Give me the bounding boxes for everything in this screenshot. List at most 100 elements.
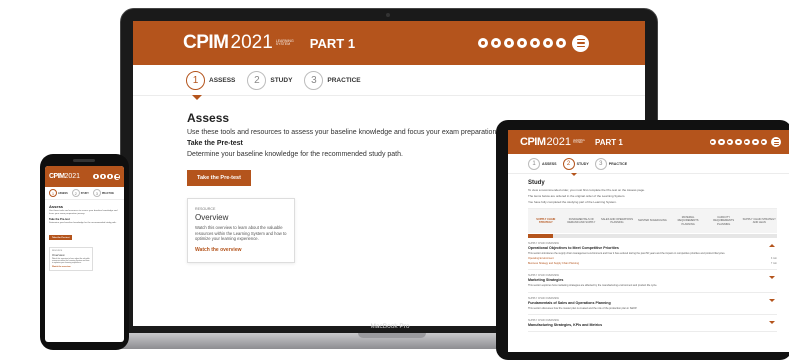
card-description: Watch this overview to learn about the v… xyxy=(52,257,90,265)
watch-overview-link[interactable]: Watch the overview xyxy=(52,266,90,268)
step-label: STUDY xyxy=(270,76,293,84)
calendar-icon[interactable] xyxy=(726,138,733,146)
section-kicker: SUPPLY CHAIN OVERVIEW xyxy=(528,274,559,278)
logo-year: 2021 xyxy=(230,32,273,53)
section-kicker: SUPPLY CHAIN OVERVIEW xyxy=(528,296,559,300)
step-nav: 1 ASSESS 2 STUDY 3 PRACTICE xyxy=(508,154,789,176)
step-study[interactable]: 2 STUDY xyxy=(71,189,89,197)
study-note: You have fully completed the studying pa… xyxy=(528,200,617,204)
section-title: Manufacturing Strategies, KPIs and Metri… xyxy=(528,322,603,327)
resource-card: RESOURCE Overview Watch this overview to… xyxy=(187,198,295,264)
glossary-icon[interactable] xyxy=(543,38,553,48)
glossary-icon[interactable] xyxy=(752,138,759,146)
study-note: The items below are ordered in the origi… xyxy=(528,194,626,198)
study-section[interactable]: SUPPLY CHAIN OVERVIEW Manufacturing Stra… xyxy=(528,315,777,332)
step-number: 3 xyxy=(304,70,324,90)
study-section[interactable]: SUPPLY CHAIN OVERVIEW Fundamentals of Sa… xyxy=(528,293,777,315)
module-table: SUPPLY CHAIN STRATEGY FUNDAMENTALS OF DE… xyxy=(528,208,777,332)
site-header: CPIM 2021 xyxy=(45,166,124,187)
chevron-up-icon[interactable] xyxy=(769,244,775,247)
menu-icon[interactable] xyxy=(114,173,120,180)
logo-cpim[interactable]: CPIM xyxy=(183,32,229,54)
book-icon[interactable] xyxy=(100,173,106,180)
logo-cpim[interactable]: CPIM xyxy=(49,173,65,180)
laptop-notch xyxy=(358,333,426,338)
main-content: Study To view a recommended order, you m… xyxy=(508,174,789,332)
part-label: PART 1 xyxy=(594,137,623,147)
study-section[interactable]: SUPPLY CHAIN OVERVIEW Marketing Strategi… xyxy=(528,270,777,293)
site-header: CPIM 2021 LEARNING SYSTEM PART 1 xyxy=(508,130,789,154)
watch-overview-link[interactable]: Watch the overview xyxy=(195,247,287,253)
step-assess[interactable]: 1 ASSESS xyxy=(528,157,557,170)
calendar-icon[interactable] xyxy=(107,173,113,180)
step-number: 1 xyxy=(528,157,540,170)
book-icon[interactable] xyxy=(718,138,725,146)
menu-icon[interactable] xyxy=(771,137,781,147)
resource-card: RESOURCE Overview Watch this overview to… xyxy=(49,246,93,271)
module-tab[interactable]: SALES AND OPERATIONS PLANNING xyxy=(599,218,635,224)
tablet-screen: CPIM 2021 LEARNING SYSTEM PART 1 1 ASSES… xyxy=(508,130,789,352)
dashboard-icon[interactable] xyxy=(709,138,716,146)
module-tab[interactable]: SUPPLY CHAIN STRATEGY AND LEAN xyxy=(741,218,777,224)
chart-icon[interactable] xyxy=(517,38,527,48)
step-label: PRACTICE xyxy=(327,76,361,84)
resources-icon[interactable] xyxy=(760,138,767,146)
take-pretest-button[interactable]: Take the Pre-test xyxy=(187,170,251,186)
resources-icon[interactable] xyxy=(556,38,566,48)
chevron-down-icon[interactable] xyxy=(769,276,775,280)
step-number: 3 xyxy=(594,157,607,170)
active-step-caret xyxy=(192,95,202,100)
step-number: 2 xyxy=(71,189,80,197)
module-tab[interactable]: MASTER SCHEDULING xyxy=(635,219,671,222)
step-number: 2 xyxy=(247,70,267,90)
laptop-model-label: MacBook Pro xyxy=(370,323,410,330)
dashboard-icon[interactable] xyxy=(93,173,99,180)
step-practice[interactable]: 3 PRACTICE xyxy=(594,157,627,170)
step-label: STUDY xyxy=(576,161,589,166)
study-note: To view a recommended order, you must fi… xyxy=(528,188,645,192)
step-assess[interactable]: 1 ASSESS xyxy=(49,189,68,197)
header-icon-bar xyxy=(709,137,781,147)
menu-icon[interactable] xyxy=(572,34,589,52)
step-number: 1 xyxy=(186,70,205,90)
page-title: Study xyxy=(528,180,545,186)
flashcard-icon[interactable] xyxy=(530,38,540,48)
step-study[interactable]: 2 STUDY xyxy=(562,157,589,170)
module-tabs: SUPPLY CHAIN STRATEGY FUNDAMENTALS OF DE… xyxy=(528,209,777,233)
site-header: CPIM 2021 LEARNING SYSTEM PART 1 xyxy=(133,21,645,65)
phone-speaker xyxy=(73,159,95,162)
laptop-camera xyxy=(386,13,390,17)
module-tab[interactable]: MATERIAL REQUIREMENTS PLANNING xyxy=(670,216,706,225)
card-title: Overview xyxy=(52,252,65,257)
flashcard-icon[interactable] xyxy=(743,138,750,146)
chevron-down-icon[interactable] xyxy=(769,320,775,324)
chevron-down-icon[interactable] xyxy=(769,298,775,302)
main-content: Assess Use these tools and resources to … xyxy=(45,200,124,271)
step-number: 1 xyxy=(49,189,57,197)
module-tab[interactable]: FUNDAMENTALS OF DEMAND AND SUPPLY xyxy=(564,218,600,224)
page-intro: Use these tools and resources to assess … xyxy=(49,210,118,215)
section-description: This section introduces the supply chain… xyxy=(528,252,726,255)
logo-year: 2021 xyxy=(546,136,571,148)
page-title: Assess xyxy=(49,204,64,209)
logo-cpim[interactable]: CPIM xyxy=(520,136,546,148)
step-practice[interactable]: 3 PRACTICE xyxy=(92,189,114,197)
step-label: STUDY xyxy=(80,191,89,195)
section-item[interactable]: Operating Environment 3 min xyxy=(528,257,777,260)
step-study[interactable]: 2 STUDY xyxy=(247,70,293,90)
chart-icon[interactable] xyxy=(735,138,742,146)
module-tab[interactable]: CAPACITY REQUIREMENTS PLANNING xyxy=(706,216,742,225)
book-icon[interactable] xyxy=(491,38,501,48)
section-item[interactable]: Business Strategy and Supply Chain Plann… xyxy=(528,262,777,265)
take-pretest-button[interactable]: Take the Pre-test xyxy=(49,235,73,241)
calendar-icon[interactable] xyxy=(504,38,514,48)
section-description: This section discusses how the master pl… xyxy=(528,306,638,310)
pretest-description: Determine your baseline knowledge for th… xyxy=(49,221,117,224)
step-practice[interactable]: 3 PRACTICE xyxy=(304,70,361,90)
section-description: This section explores how marketing stra… xyxy=(528,284,658,288)
step-assess[interactable]: 1 ASSESS xyxy=(186,70,235,90)
dashboard-icon[interactable] xyxy=(478,38,488,48)
section-title: Operational Objectives to Meet Competiti… xyxy=(528,246,619,250)
module-tab[interactable]: SUPPLY CHAIN STRATEGY xyxy=(528,218,564,224)
study-section[interactable]: SUPPLY CHAIN OVERVIEW Operational Object… xyxy=(528,238,777,271)
